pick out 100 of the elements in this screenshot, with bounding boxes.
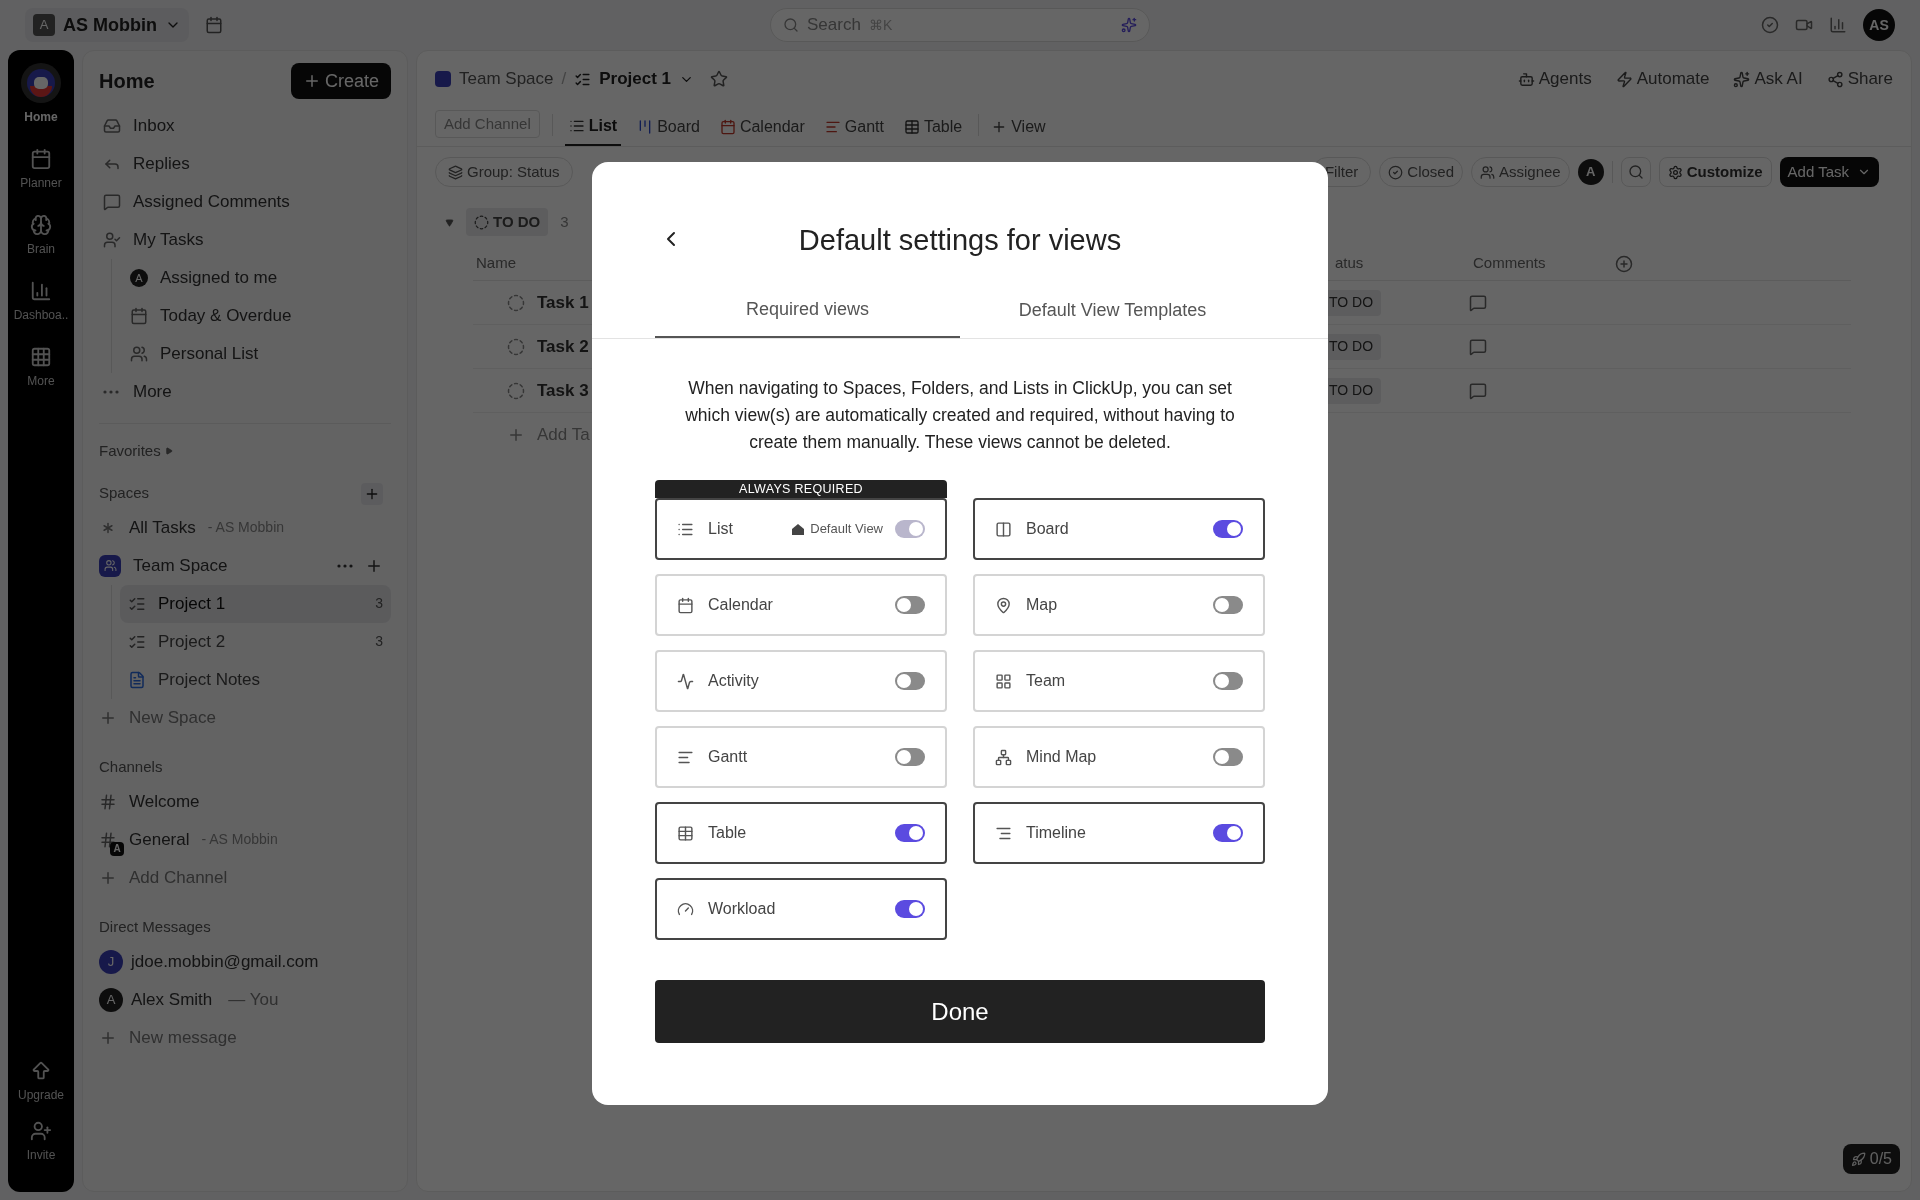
column-header: Comments xyxy=(1473,253,1547,274)
breadcrumb-link[interactable]: Project 1 xyxy=(599,66,672,92)
user-avatar: A xyxy=(99,987,123,1012)
view-icon xyxy=(903,119,920,135)
view-label: Activity xyxy=(708,671,759,691)
sidebar-item[interactable]: Project 1 3 xyxy=(120,584,391,623)
rail-item[interactable]: Brain xyxy=(27,214,55,258)
sidebar-item[interactable]: Replies xyxy=(99,145,194,183)
channel-badge: A xyxy=(110,841,124,856)
rail-icon xyxy=(30,346,52,368)
header-action[interactable]: Share xyxy=(1826,66,1893,92)
sidebar-item[interactable]: Welcome xyxy=(99,782,200,821)
view-option-card[interactable]: Gantt xyxy=(655,726,947,788)
customize-button[interactable]: Customize xyxy=(1658,157,1772,187)
sidebar-item[interactable]: Project Notes xyxy=(120,660,391,699)
view-tab[interactable]: Board xyxy=(633,108,704,146)
task-name[interactable]: Task 2 xyxy=(537,333,589,360)
rail-item[interactable]: Home xyxy=(20,62,62,126)
add-view-button[interactable]: View xyxy=(991,108,1046,146)
task-name[interactable]: Task 1 xyxy=(537,289,589,316)
header-action[interactable]: Agents xyxy=(1517,66,1592,92)
sparkle-icon xyxy=(1121,17,1137,33)
create-button[interactable]: Create xyxy=(290,63,391,99)
view-option-card[interactable]: Activity xyxy=(655,650,947,712)
view-icon xyxy=(677,824,694,842)
view-tab[interactable]: Gantt xyxy=(820,108,888,146)
sidebar-item[interactable]: Assigned Comments xyxy=(99,183,294,221)
rail-item[interactable]: Upgrade xyxy=(18,1060,64,1104)
header-action[interactable]: Ask AI xyxy=(1733,66,1803,92)
breadcrumb-link[interactable]: Team Space xyxy=(459,66,554,92)
status-circle-icon xyxy=(507,381,525,400)
rail-item[interactable]: Planner xyxy=(20,148,62,192)
search-icon xyxy=(783,17,799,33)
rail-item[interactable]: Dashboa.. xyxy=(13,280,69,324)
column-header: Name xyxy=(475,253,517,274)
users-icon xyxy=(1480,164,1495,180)
view-option-card[interactable]: Board xyxy=(973,498,1265,560)
favorites-toggle[interactable]: Favorites xyxy=(99,440,173,463)
toggle-switch[interactable] xyxy=(1213,672,1243,690)
action-icon xyxy=(1733,70,1751,88)
sidebar-item[interactable]: Team Space xyxy=(99,546,391,585)
view-option-card[interactable]: Team xyxy=(973,650,1265,712)
rail-item[interactable]: Invite xyxy=(26,1120,56,1164)
dialog-tab[interactable]: Required views xyxy=(655,282,960,338)
view-option-card[interactable]: Mind Map xyxy=(973,726,1265,788)
view-option-card[interactable]: Calendar xyxy=(655,574,947,636)
toggle-switch[interactable] xyxy=(895,824,925,842)
done-button[interactable]: Done xyxy=(655,980,1265,1043)
view-label: Mind Map xyxy=(1026,747,1097,767)
view-option-card[interactable]: Table xyxy=(655,802,947,864)
workspace-switcher[interactable]: A AS Mobbin xyxy=(25,8,189,42)
check-circle-icon xyxy=(1388,164,1404,180)
progress-badge[interactable]: 0/5 xyxy=(1842,1144,1900,1174)
view-label: Team xyxy=(1026,671,1066,691)
sidebar-item[interactable]: Personal List xyxy=(130,335,259,373)
hash-icon xyxy=(99,792,117,811)
view-label: Table xyxy=(708,823,747,843)
view-tab[interactable]: Calendar xyxy=(715,108,809,146)
sidebar-item[interactable]: A Assigned to me xyxy=(130,259,278,297)
dialog-tab[interactable]: Default View Templates xyxy=(960,282,1265,338)
user-avatar[interactable]: A xyxy=(1577,159,1604,185)
search-button[interactable] xyxy=(1620,157,1651,187)
sidebar-item[interactable]: J jdoe.mobbin@gmail.com xyxy=(99,942,319,981)
sidebar-item[interactable]: More xyxy=(99,373,176,411)
sidebar-item[interactable]: Inbox xyxy=(99,107,179,145)
more-icon xyxy=(103,390,119,394)
toggle-switch[interactable] xyxy=(895,748,925,766)
space-icon xyxy=(99,554,121,577)
sidebar-item[interactable]: Project 2 3 xyxy=(120,622,391,661)
add-space-button[interactable] xyxy=(361,482,383,505)
home-logo-icon xyxy=(20,62,62,104)
toggle-switch[interactable] xyxy=(895,900,925,918)
toggle-switch[interactable] xyxy=(1213,748,1243,766)
view-option-card[interactable]: Map xyxy=(973,574,1265,636)
toggle-switch[interactable] xyxy=(895,672,925,690)
view-option-card[interactable]: Workload xyxy=(655,878,947,940)
sidebar-title: Home xyxy=(99,69,155,94)
toggle-switch[interactable] xyxy=(1213,596,1243,614)
add-task-button[interactable]: Add Task xyxy=(1779,157,1879,187)
rail-icon xyxy=(30,214,52,236)
sidebar-item[interactable]: Today & Overdue xyxy=(130,297,292,335)
section-heading: Channels xyxy=(99,757,163,778)
view-icon xyxy=(995,596,1012,614)
toggle-switch[interactable] xyxy=(1213,520,1243,538)
dialog-description: When navigating to Spaces, Folders, and Lists in ClickUp, you can set which view(s) are automatically created and required, without having to create them manually. These views cannot be deleted. xyxy=(684,377,1236,454)
toggle-switch[interactable] xyxy=(1213,824,1243,842)
view-tab[interactable]: List xyxy=(564,108,622,146)
view-tab[interactable]: Table xyxy=(899,108,967,146)
task-name[interactable]: Task 3 xyxy=(537,377,589,404)
user-avatar[interactable]: AS xyxy=(1863,9,1895,41)
search-icon xyxy=(1627,164,1644,180)
toggle-switch[interactable] xyxy=(895,596,925,614)
layers-icon xyxy=(448,164,463,180)
view-option-card[interactable]: Timeline xyxy=(973,802,1265,864)
sidebar-item[interactable]: My Tasks xyxy=(99,221,208,259)
view-icon xyxy=(824,119,841,135)
rail-item[interactable]: More xyxy=(27,346,55,390)
dialog-title: Default settings for views xyxy=(798,222,1122,258)
action-icon xyxy=(1826,70,1844,88)
header-action[interactable]: Automate xyxy=(1615,66,1710,92)
